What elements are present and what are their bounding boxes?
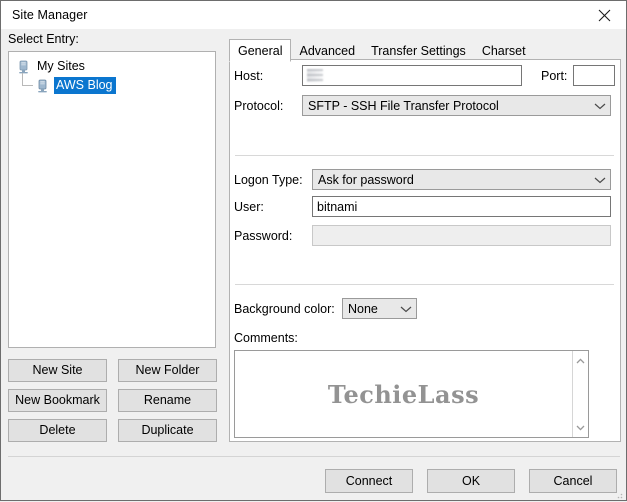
protocol-selected-value: SFTP - SSH File Transfer Protocol [308, 98, 499, 113]
tree-connector [15, 73, 34, 95]
server-icon [15, 59, 31, 75]
watermark-text: TechieLass [327, 379, 480, 409]
dialog-actions: Connect OK Cancel [311, 469, 617, 493]
chevron-down-icon [594, 102, 606, 110]
password-field-row: Password: [234, 225, 616, 246]
logon-type-field-row: Logon Type: Ask for password [234, 169, 616, 190]
background-color-select[interactable]: None [342, 298, 417, 319]
chevron-down-icon [400, 305, 412, 313]
comments-label: Comments: [234, 331, 298, 345]
ok-button[interactable]: OK [427, 469, 515, 493]
new-folder-button[interactable]: New Folder [118, 359, 217, 382]
chevron-down-icon [594, 176, 606, 184]
site-tree[interactable]: My Sites AWS Blog [8, 51, 216, 348]
protocol-label: Protocol: [234, 98, 284, 113]
user-input[interactable]: bitnami [312, 196, 611, 217]
logon-type-selected-value: Ask for password [318, 172, 414, 187]
protocol-select[interactable]: SFTP - SSH File Transfer Protocol [302, 95, 611, 116]
tree-item-my-sites[interactable]: My Sites [9, 57, 215, 76]
server-icon [34, 78, 50, 94]
host-input[interactable] [302, 65, 522, 86]
host-field-row: Host: Port: [234, 65, 616, 86]
cancel-button[interactable]: Cancel [529, 469, 617, 493]
new-site-button[interactable]: New Site [8, 359, 107, 382]
host-label: Host: [234, 68, 264, 83]
section-separator-1 [235, 155, 614, 156]
resize-grip[interactable] [613, 488, 623, 499]
protocol-field-row: Protocol: SFTP - SSH File Transfer Proto… [234, 95, 616, 116]
tree-item-label: AWS Blog [54, 77, 116, 94]
comments-textarea[interactable]: TechieLass [234, 350, 589, 438]
title-bar: Site Manager [1, 1, 626, 29]
background-color-selected-value: None [348, 301, 378, 316]
settings-tabs: General Advanced Transfer Settings Chars… [229, 38, 534, 62]
connect-button[interactable]: Connect [325, 469, 413, 493]
delete-button[interactable]: Delete [8, 419, 107, 442]
background-color-label: Background color: [234, 301, 335, 316]
comments-scrollbar[interactable] [572, 351, 588, 437]
duplicate-button[interactable]: Duplicate [118, 419, 217, 442]
close-icon [598, 9, 610, 21]
close-button[interactable] [582, 1, 626, 29]
tab-general[interactable]: General [229, 39, 292, 62]
entry-actions: New Site New Folder New Bookmark Rename … [8, 359, 217, 449]
tab-transfer-settings[interactable]: Transfer Settings [363, 40, 474, 61]
footer-separator [8, 456, 620, 457]
password-input[interactable] [312, 225, 611, 246]
logon-type-select[interactable]: Ask for password [312, 169, 611, 190]
password-label: Password: [234, 228, 293, 243]
site-manager-dialog: Site Manager Select Entry: My Sites AWS … [0, 0, 627, 501]
window-title: Site Manager [12, 8, 88, 22]
tree-item-label: My Sites [37, 59, 85, 73]
comments-content[interactable]: TechieLass [235, 351, 572, 437]
scroll-up-icon[interactable] [573, 354, 588, 368]
user-label: User: [234, 199, 264, 214]
port-label: Port: [541, 68, 568, 83]
tab-advanced[interactable]: Advanced [291, 40, 364, 61]
tab-charset[interactable]: Charset [473, 40, 534, 61]
port-input[interactable] [573, 65, 615, 86]
tree-item-aws-blog[interactable]: AWS Blog [9, 73, 215, 95]
rename-button[interactable]: Rename [118, 389, 217, 412]
select-entry-label: Select Entry: [8, 32, 79, 46]
host-redacted-value [307, 69, 323, 82]
scroll-down-icon[interactable] [573, 420, 588, 434]
section-separator-2 [235, 284, 614, 285]
logon-type-label: Logon Type: [234, 172, 303, 187]
user-field-row: User: bitnami [234, 196, 616, 217]
new-bookmark-button[interactable]: New Bookmark [8, 389, 107, 412]
background-color-field-row: Background color: None [234, 298, 616, 319]
